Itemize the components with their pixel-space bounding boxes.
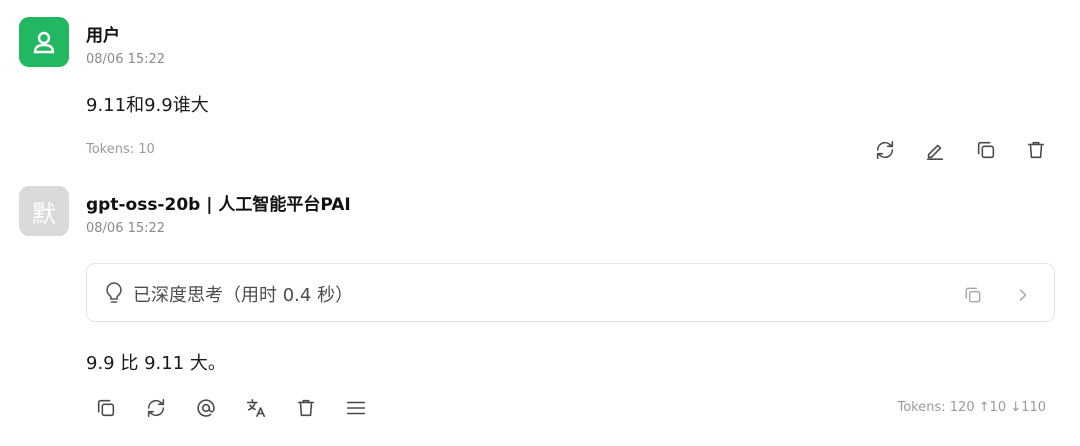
more-menu-button[interactable] xyxy=(342,394,370,422)
delete-button[interactable] xyxy=(292,394,320,422)
assistant-message: 默 gpt-oss-20b | 人工智能平台PAI 08/06 15:22 已深… xyxy=(0,0,1080,446)
copy-button[interactable] xyxy=(92,394,120,422)
refresh-icon xyxy=(147,398,165,418)
assistant-name: gpt-oss-20b | 人工智能平台PAI xyxy=(86,195,351,215)
assistant-avatar: 默 xyxy=(19,186,69,236)
assistant-message-time: 08/06 15:22 xyxy=(86,221,166,236)
mention-button[interactable] xyxy=(192,394,220,422)
copy-icon xyxy=(97,399,115,417)
mention-icon xyxy=(197,399,215,417)
copy-thinking-button[interactable] xyxy=(959,281,987,309)
translate-icon xyxy=(246,398,266,418)
assistant-avatar-char: 默 xyxy=(32,199,56,228)
delete-icon xyxy=(297,399,315,417)
assistant-message-text: 9.9 比 9.11 大。 xyxy=(86,353,226,374)
assistant-token-count: Tokens: 120 ↑10 ↓110 xyxy=(897,400,1047,415)
translate-button[interactable] xyxy=(242,394,270,422)
expand-thinking-button[interactable] xyxy=(1009,281,1037,309)
chevron-right-icon xyxy=(1019,289,1027,301)
lightbulb-icon xyxy=(103,280,125,306)
thinking-panel[interactable]: 已深度思考（用时 0.4 秒） xyxy=(86,263,1055,322)
menu-icon xyxy=(346,401,366,415)
thinking-label: 已深度思考（用时 0.4 秒） xyxy=(133,285,354,306)
copy-icon xyxy=(965,287,981,303)
regenerate-button[interactable] xyxy=(142,394,170,422)
